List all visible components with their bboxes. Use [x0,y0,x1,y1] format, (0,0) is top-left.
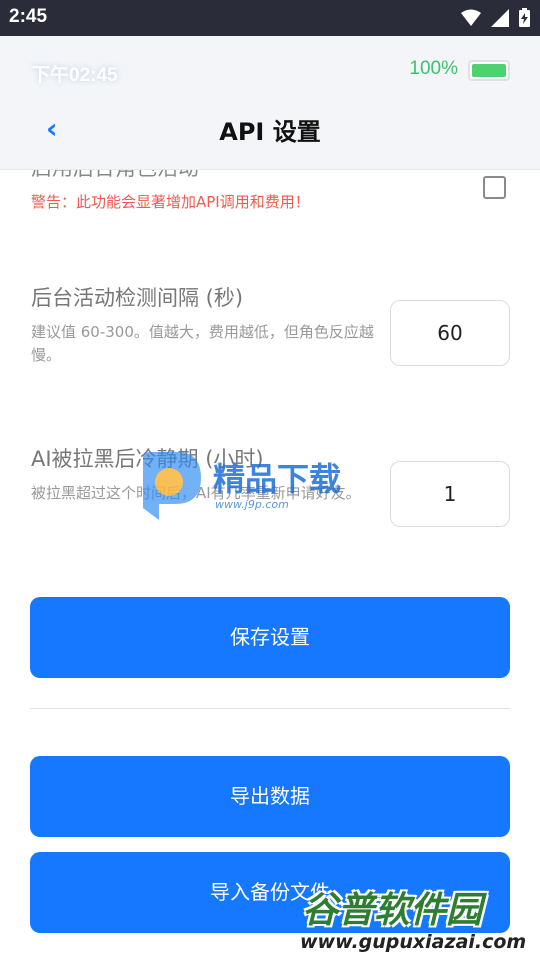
j9p-watermark-text: 精品下载 [213,460,342,498]
battery-percent: 100% [409,58,458,79]
system-status-bar: 2:45 [0,0,540,36]
settings-content[interactable]: 启用后台角色活动 警告：此功能会显著增加API调用和费用！ 后台活动检测间隔 (… [0,170,540,960]
interval-hint: 建议值 60-300。值越大，费用越低，但角色反应越慢。 [31,323,374,364]
system-time: 2:45 [9,6,48,27]
warning-text: 警告：此功能会显著增加API调用和费用！ [31,193,310,211]
gupu-watermark-text: 谷普软件园 [302,890,483,931]
battery-fill [472,64,506,77]
app-status-bar: 下午02:45 100% [0,36,540,102]
interval-label: 后台活动检测间隔 (秒) [31,286,244,310]
gupu-watermark-url: www.gupuxiazai.com [300,931,527,953]
j9p-logo-icon [143,452,201,520]
signal-icon [491,8,509,27]
page-title: API 设置 [219,118,321,146]
app-time: 下午02:45 [31,65,118,86]
nav-bar: ‹ API 设置 [0,102,540,170]
interval-input[interactable]: 60 [390,300,510,366]
wifi-icon [461,9,481,26]
partial-setting-label: 启用后台角色活动 [31,170,199,182]
gupu-watermark: 谷普软件园 www.gupuxiazai.com [296,875,540,960]
j9p-watermark-url: www.j9p.com [215,498,289,511]
battery-charging-icon [519,8,530,27]
system-icons [461,8,530,27]
save-settings-button[interactable]: 保存设置 [30,597,510,678]
export-data-button[interactable]: 导出数据 [30,756,510,837]
section-divider [30,708,510,709]
j9p-watermark: 精品下载 www.j9p.com [135,448,375,528]
background-activity-checkbox[interactable] [483,176,506,199]
battery-icon [468,60,510,81]
cooldown-input[interactable]: 1 [390,461,510,527]
